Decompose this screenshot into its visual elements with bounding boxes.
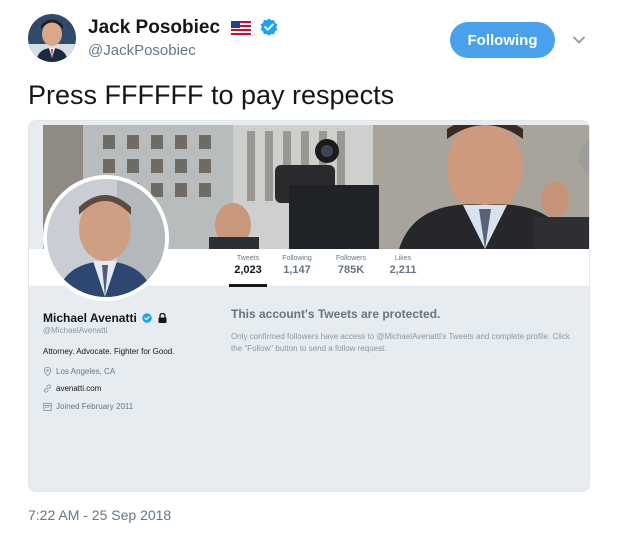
link-icon <box>43 384 52 393</box>
tweet-timestamp[interactable]: 7:22 AM - 25 Sep 2018 <box>28 507 171 523</box>
stat-following[interactable]: Following 1,147 <box>275 255 319 276</box>
calendar-icon <box>43 402 52 411</box>
author-avatar[interactable] <box>28 14 76 62</box>
profile-website-link[interactable]: avenatti.com <box>56 384 101 393</box>
profile-location: Los Angeles, CA <box>43 367 115 376</box>
profile-website: avenatti.com <box>43 384 101 393</box>
stat-likes-value: 2,211 <box>389 264 417 276</box>
embedded-profile-image[interactable]: Tweets 2,023 Following 1,147 Followers 7… <box>28 120 590 492</box>
stat-followers[interactable]: Followers 785K <box>329 255 373 276</box>
stat-tweets-label: Tweets <box>236 255 260 262</box>
us-flag-icon <box>231 19 252 41</box>
author-name[interactable]: Jack Posobiec <box>88 17 278 42</box>
stat-followers-value: 785K <box>337 264 365 276</box>
verified-badge-icon <box>142 312 152 326</box>
stat-following-value: 1,147 <box>283 264 311 276</box>
lock-icon <box>158 312 167 326</box>
author-handle[interactable]: @JackPosobiec <box>88 42 196 59</box>
profile-name-text: Michael Avenatti <box>43 311 137 325</box>
profile-joined-text: Joined February 2011 <box>56 402 134 411</box>
stat-following-label: Following <box>282 255 312 262</box>
profile-bio: Attorney. Advocate. Fighter for Good. <box>43 347 175 356</box>
protected-title: This account's Tweets are protected. <box>231 307 441 321</box>
profile-location-text: Los Angeles, CA <box>56 367 116 376</box>
profile-joined: Joined February 2011 <box>43 402 133 411</box>
stat-likes[interactable]: Likes 2,211 <box>383 255 423 276</box>
stat-likes-label: Likes <box>394 255 412 262</box>
profile-photo <box>43 175 169 301</box>
stat-tweets-value: 2,023 <box>234 264 262 276</box>
following-button[interactable]: Following <box>450 22 555 58</box>
verified-badge-icon <box>260 18 278 42</box>
author-name-text: Jack Posobiec <box>88 17 221 38</box>
active-tab-underline <box>229 284 267 287</box>
stat-tweets[interactable]: Tweets 2,023 <box>229 255 267 276</box>
tweet-text: Press FFFFFF to pay respects <box>28 80 395 110</box>
profile-handle: @MichaelAvenatti <box>43 326 108 335</box>
protected-message: Only confirmed followers have access to … <box>231 332 570 353</box>
profile-name: Michael Avenatti <box>43 311 167 326</box>
location-pin-icon <box>43 367 52 376</box>
stat-followers-label: Followers <box>336 255 366 262</box>
chevron-down-icon[interactable] <box>571 32 587 48</box>
